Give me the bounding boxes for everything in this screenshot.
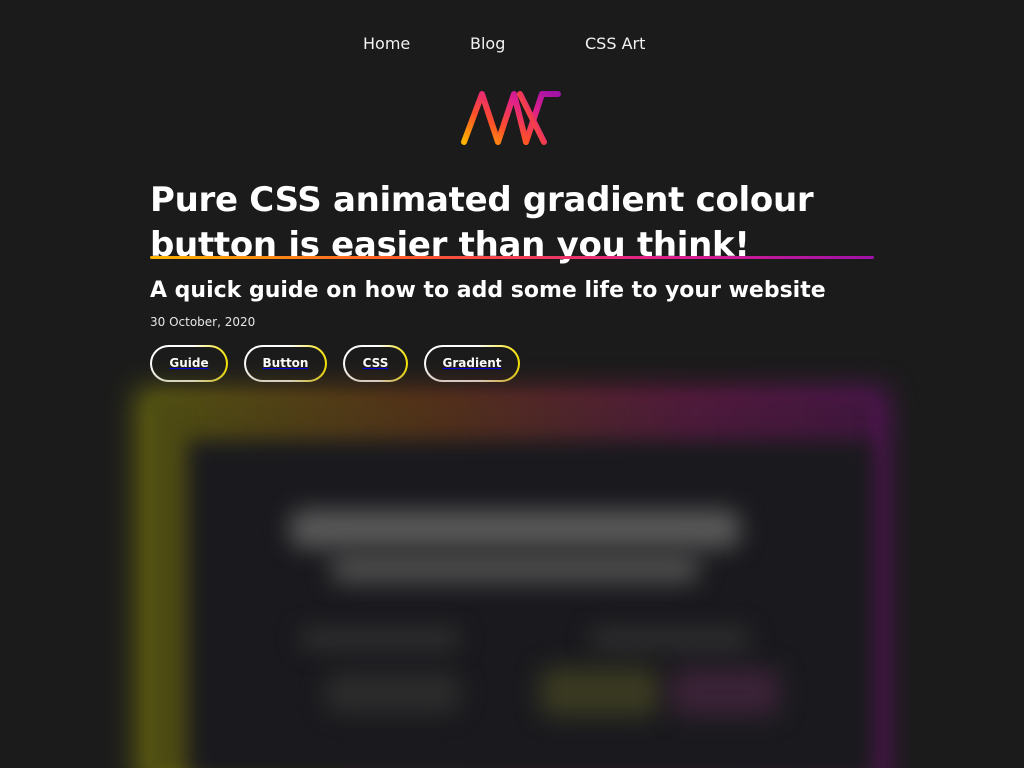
nav-item-blog[interactable]: Blog <box>470 33 505 55</box>
tag-label: Gradient <box>426 347 518 380</box>
tag-gradient[interactable]: Gradient <box>424 345 520 382</box>
main-nav: Home Blog CSS Art <box>0 33 1024 57</box>
hero-blob <box>290 510 740 548</box>
title-gradient-underline <box>150 256 874 259</box>
hero-blob <box>590 630 750 648</box>
page: Home Blog CSS Art Pure CSS animated grad… <box>0 0 1024 768</box>
article-title: Pure CSS animated gradient colour button… <box>150 180 814 265</box>
nav-item-css-art[interactable]: CSS Art <box>585 33 645 55</box>
tag-label: Guide <box>152 347 226 380</box>
hero-inner <box>188 440 874 768</box>
article-date: 30 October, 2020 <box>150 315 256 329</box>
nav-item-home[interactable]: Home <box>363 33 410 55</box>
hero-blob <box>325 673 460 713</box>
aw-gradient-logo-icon[interactable] <box>460 88 564 148</box>
tag-button[interactable]: Button <box>244 345 327 382</box>
tag-css[interactable]: CSS <box>343 345 408 382</box>
hero-blob <box>300 630 460 648</box>
tag-label: Button <box>246 347 325 380</box>
tag-guide[interactable]: Guide <box>150 345 228 382</box>
hero-image-blurred <box>136 388 888 768</box>
hero-blob <box>330 553 700 583</box>
article-subtitle: A quick guide on how to add some life to… <box>150 278 826 303</box>
tag-label: CSS <box>345 347 406 380</box>
hero-blob <box>540 668 660 716</box>
hero-blob <box>670 668 780 716</box>
